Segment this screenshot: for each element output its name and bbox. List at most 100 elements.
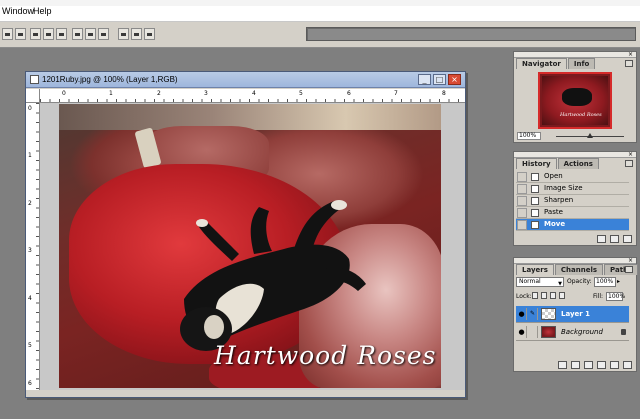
distribute-right-button[interactable] [144,28,155,40]
opacity-field[interactable]: 100% [594,277,616,287]
layer-row-active[interactable]: ● ✎ Layer 1 [516,306,629,323]
navigator-panel: × Navigator Info Hartwood Roses 100% [513,51,637,143]
navigator-thumbnail[interactable]: Hartwood Roses [538,72,612,129]
layer-row[interactable]: ● Background [516,324,629,341]
canvas-area[interactable]: Hartwood Roses [40,103,465,390]
layers-menu-icon[interactable] [625,266,633,273]
lock-all-icon[interactable] [559,292,565,299]
ruler-origin[interactable] [26,89,40,103]
navigator-thumbnail-image: Hartwood Roses [542,76,608,125]
document-image[interactable]: Hartwood Roses [59,104,441,388]
ruler-h-5: 5 [299,90,303,97]
menu-window[interactable]: Window [2,6,34,16]
horizontal-scrollbar[interactable] [40,390,465,397]
tab-navigator[interactable]: Navigator [516,58,567,69]
align-top-button[interactable] [30,28,41,40]
menu-help[interactable]: Help [33,6,52,16]
close-button[interactable]: × [448,74,461,85]
history-snapshot-checkbox[interactable] [517,208,527,218]
lock-transparency-icon[interactable] [532,292,538,299]
opacity-label: Opacity: [567,278,592,285]
lock-position-icon[interactable] [550,292,556,299]
history-item-active[interactable]: Move [516,219,629,231]
history-step-icon [531,173,539,181]
lock-image-icon[interactable] [541,292,547,299]
history-snapshot-checkbox[interactable] [517,196,527,206]
new-document-from-state-icon[interactable] [597,235,606,243]
align-left-button[interactable] [2,28,13,40]
navigator-menu-icon[interactable] [625,60,633,67]
ruler-horizontal[interactable]: 0 1 2 3 4 5 6 7 8 [40,89,465,103]
adjustment-layer-icon[interactable] [597,361,606,369]
history-close-icon[interactable]: × [628,152,633,158]
delete-layer-icon[interactable] [623,361,632,369]
distribute-left-button[interactable] [118,28,129,40]
ruler-v-0: 0 [28,105,32,112]
maximize-button[interactable]: □ [433,74,446,85]
ruler-vertical[interactable]: 0 1 2 3 4 5 6 [26,103,40,390]
tool-options-group-3 [72,28,109,42]
brush-icon[interactable]: ✎ [528,308,538,320]
history-footer [514,235,636,245]
tab-channels[interactable]: Channels [554,264,604,275]
history-item[interactable]: Sharpen [516,195,629,207]
new-snapshot-icon[interactable] [610,235,619,243]
lock-label: Lock: [516,293,532,300]
ruler-h-3: 3 [204,90,208,97]
watermark-text: Hartwood Roses [214,341,437,370]
ruler-h-1: 1 [109,90,113,97]
opacity-arrow-icon[interactable]: ▸ [617,278,620,285]
navigator-zoom-knob[interactable] [587,133,593,138]
layer-style-icon[interactable] [558,361,567,369]
fill-field[interactable]: 100% [606,292,625,301]
ruler-v-5: 5 [28,342,32,349]
layers-tabs: Layers Channels Paths [516,264,639,275]
ruler-h-0: 0 [62,90,66,97]
history-item[interactable]: Paste [516,207,629,219]
history-snapshot-checkbox[interactable] [517,184,527,194]
delete-state-icon[interactable] [623,235,632,243]
minimize-button[interactable]: _ [418,74,431,85]
new-set-icon[interactable] [584,361,593,369]
options-bar [0,22,640,48]
history-snapshot-checkbox[interactable] [517,220,527,230]
palette-well[interactable] [306,27,636,41]
eye-icon[interactable]: ● [517,308,527,320]
align-center-button[interactable] [15,28,26,40]
layer-mask-icon[interactable] [571,361,580,369]
layer-name: Layer 1 [561,310,591,318]
distribute-top-button[interactable] [72,28,83,40]
navigator-zoom-field[interactable]: 100% [517,132,541,140]
history-panel: × History Actions Open Image Size Sharpe… [513,151,637,246]
navigator-close-icon[interactable]: × [628,52,633,58]
new-layer-icon[interactable] [610,361,619,369]
link-icon[interactable] [528,326,538,338]
tab-info[interactable]: Info [567,58,596,69]
lock-options [532,292,565,299]
history-menu-icon[interactable] [625,160,633,167]
menu-bar-strip [0,0,640,6]
history-snapshot-checkbox[interactable] [517,172,527,182]
document-titlebar[interactable]: 1201Ruby.jpg @ 100% (Layer 1,RGB) _ □ × [26,72,465,88]
blend-mode-select[interactable]: Normal ▼ [516,277,564,287]
distribute-vcenter-button[interactable] [85,28,96,40]
history-item[interactable]: Image Size [516,183,629,195]
distribute-hcenter-button[interactable] [131,28,142,40]
tab-paths[interactable]: Paths [604,264,639,275]
history-item[interactable]: Open [516,171,629,183]
tab-layers[interactable]: Layers [516,264,554,275]
tab-history[interactable]: History [516,158,557,169]
tab-actions[interactable]: Actions [557,158,599,169]
eye-icon[interactable]: ● [517,326,527,338]
ruler-h-7: 7 [394,90,398,97]
layers-blend-row: Normal ▼ Opacity: 100% ▸ [516,277,629,288]
align-bottom-button[interactable] [56,28,67,40]
document-title: 1201Ruby.jpg @ 100% (Layer 1,RGB) [42,75,178,84]
layer-name: Background [561,328,603,336]
distribute-bottom-button[interactable] [98,28,109,40]
navigator-controls: 100% [514,132,636,141]
ruler-h-4: 4 [252,90,256,97]
history-list: Open Image Size Sharpen Paste Move [516,171,629,231]
align-middle-button[interactable] [43,28,54,40]
ruler-v-4: 4 [28,295,32,302]
